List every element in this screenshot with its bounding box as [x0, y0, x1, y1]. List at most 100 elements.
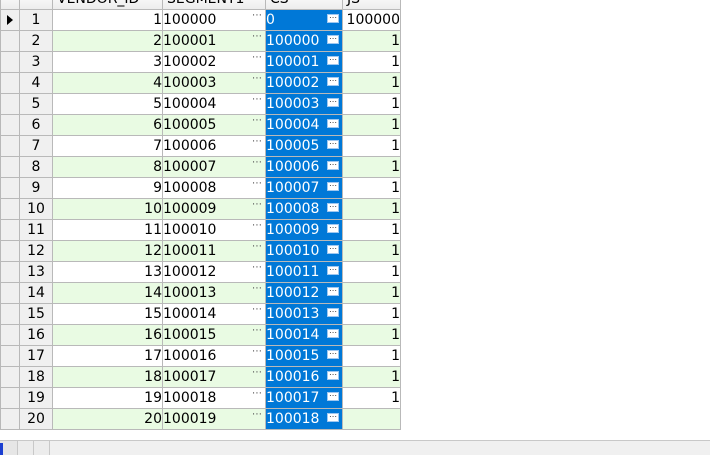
row-indicator-cell[interactable]	[0, 387, 20, 409]
row-indicator-cell[interactable]	[0, 177, 20, 199]
ellipsis-icon[interactable]: ⋯	[327, 119, 339, 128]
row-number-cell[interactable]: 11	[19, 219, 53, 241]
cell-cs-selected[interactable]: 100012 ⋯	[265, 282, 343, 304]
cell-vendor-id[interactable]: 19	[52, 387, 163, 409]
row-indicator-cell[interactable]	[0, 198, 20, 220]
table-row[interactable]: 11 11 100010 ⋯ 100009 ⋯ 1	[0, 219, 401, 241]
horizontal-scrollbar[interactable]	[0, 440, 710, 455]
column-header-segment1[interactable]: SEGMENT1	[162, 0, 266, 10]
row-number-cell[interactable]: 16	[19, 324, 53, 346]
table-row[interactable]: 6 6 100005 ⋯ 100004 ⋯ 1	[0, 114, 401, 136]
cell-js[interactable]: 1	[342, 219, 401, 241]
cell-segment1[interactable]: 100009 ⋯	[162, 198, 266, 220]
row-indicator-cell[interactable]	[0, 408, 20, 430]
cell-js[interactable]: 1	[342, 261, 401, 283]
row-number-cell[interactable]: 14	[19, 282, 53, 304]
ellipsis-icon[interactable]: ⋯	[327, 266, 339, 275]
cell-cs-selected[interactable]: 100008 ⋯	[265, 198, 343, 220]
row-number-cell[interactable]: 5	[19, 93, 53, 115]
cell-cs-selected[interactable]: 100002 ⋯	[265, 72, 343, 94]
table-row[interactable]: 12 12 100011 ⋯ 100010 ⋯ 1	[0, 240, 401, 262]
row-number-cell[interactable]: 13	[19, 261, 53, 283]
cell-js[interactable]: 1	[342, 114, 401, 136]
cell-segment1[interactable]: 100018 ⋯	[162, 387, 266, 409]
ellipsis-icon[interactable]: ⋯	[252, 284, 262, 296]
cell-vendor-id[interactable]: 4	[52, 72, 163, 94]
cell-cs-selected[interactable]: 100018 ⋯	[265, 408, 343, 430]
table-row[interactable]: 4 4 100003 ⋯ 100002 ⋯ 1	[0, 72, 401, 94]
ellipsis-icon[interactable]: ⋯	[327, 350, 339, 359]
row-indicator-cell[interactable]	[0, 219, 20, 241]
ellipsis-icon[interactable]: ⋯	[252, 158, 262, 170]
row-number-header[interactable]	[19, 0, 53, 10]
row-indicator-cell[interactable]	[0, 303, 20, 325]
ellipsis-icon[interactable]: ⋯	[327, 14, 339, 23]
cell-js[interactable]: 1	[342, 324, 401, 346]
cell-vendor-id[interactable]: 6	[52, 114, 163, 136]
cell-vendor-id[interactable]: 10	[52, 198, 163, 220]
cell-segment1[interactable]: 100019 ⋯	[162, 408, 266, 430]
cell-segment1[interactable]: 100004 ⋯	[162, 93, 266, 115]
table-row[interactable]: 1 1 100000 ⋯ 0 ⋯ 100000	[0, 9, 401, 31]
cell-vendor-id[interactable]: 3	[52, 51, 163, 73]
ellipsis-icon[interactable]: ⋯	[327, 203, 339, 212]
column-header-js[interactable]: JS	[342, 0, 401, 10]
row-number-cell[interactable]: 3	[19, 51, 53, 73]
cell-segment1[interactable]: 100003 ⋯	[162, 72, 266, 94]
cell-js[interactable]: 1	[342, 72, 401, 94]
row-number-cell[interactable]: 20	[19, 408, 53, 430]
cell-vendor-id[interactable]: 14	[52, 282, 163, 304]
table-row[interactable]: 15 15 100014 ⋯ 100013 ⋯ 1	[0, 303, 401, 325]
ellipsis-icon[interactable]: ⋯	[327, 329, 339, 338]
cell-js[interactable]: 100000	[342, 9, 401, 31]
ellipsis-icon[interactable]: ⋯	[252, 200, 262, 212]
cell-cs-selected[interactable]: 100014 ⋯	[265, 324, 343, 346]
table-row[interactable]: 20 20 100019 ⋯ 100018 ⋯	[0, 408, 401, 430]
ellipsis-icon[interactable]: ⋯	[327, 56, 339, 65]
ellipsis-icon[interactable]: ⋯	[252, 305, 262, 317]
ellipsis-icon[interactable]: ⋯	[327, 245, 339, 254]
row-number-cell[interactable]: 17	[19, 345, 53, 367]
ellipsis-icon[interactable]: ⋯	[252, 389, 262, 401]
table-row[interactable]: 10 10 100009 ⋯ 100008 ⋯ 1	[0, 198, 401, 220]
ellipsis-icon[interactable]: ⋯	[252, 11, 262, 23]
cell-segment1[interactable]: 100007 ⋯	[162, 156, 266, 178]
cell-js[interactable]: 1	[342, 240, 401, 262]
cell-cs-selected[interactable]: 100011 ⋯	[265, 261, 343, 283]
row-indicator-cell[interactable]	[0, 261, 20, 283]
cell-cs-selected[interactable]: 100013 ⋯	[265, 303, 343, 325]
ellipsis-icon[interactable]: ⋯	[327, 224, 339, 233]
ellipsis-icon[interactable]: ⋯	[252, 347, 262, 359]
cell-cs-selected[interactable]: 100000 ⋯	[265, 30, 343, 52]
cell-js[interactable]: 1	[342, 345, 401, 367]
row-number-cell[interactable]: 7	[19, 135, 53, 157]
row-indicator-cell[interactable]	[0, 156, 20, 178]
table-row[interactable]: 18 18 100017 ⋯ 100016 ⋯ 1	[0, 366, 401, 388]
row-indicator-cell[interactable]	[0, 72, 20, 94]
cell-js[interactable]: 1	[342, 156, 401, 178]
table-row[interactable]: 16 16 100015 ⋯ 100014 ⋯ 1	[0, 324, 401, 346]
row-number-cell[interactable]: 8	[19, 156, 53, 178]
cell-vendor-id[interactable]: 13	[52, 261, 163, 283]
ellipsis-icon[interactable]: ⋯	[252, 116, 262, 128]
row-number-cell[interactable]: 2	[19, 30, 53, 52]
ellipsis-icon[interactable]: ⋯	[327, 77, 339, 86]
cell-js[interactable]	[342, 408, 401, 430]
cell-cs-selected[interactable]: 100001 ⋯	[265, 51, 343, 73]
cell-vendor-id[interactable]: 11	[52, 219, 163, 241]
cell-segment1[interactable]: 100013 ⋯	[162, 282, 266, 304]
table-row[interactable]: 2 2 100001 ⋯ 100000 ⋯ 1	[0, 30, 401, 52]
row-indicator-cell[interactable]	[0, 135, 20, 157]
ellipsis-icon[interactable]: ⋯	[252, 242, 262, 254]
ellipsis-icon[interactable]: ⋯	[327, 140, 339, 149]
cell-segment1[interactable]: 100017 ⋯	[162, 366, 266, 388]
ellipsis-icon[interactable]: ⋯	[327, 98, 339, 107]
ellipsis-icon[interactable]: ⋯	[327, 308, 339, 317]
ellipsis-icon[interactable]: ⋯	[252, 95, 262, 107]
column-header-cs[interactable]: CS	[265, 0, 343, 10]
row-indicator-cell[interactable]	[0, 9, 20, 31]
table-row[interactable]: 7 7 100006 ⋯ 100005 ⋯ 1	[0, 135, 401, 157]
scrollbar-left-area[interactable]	[0, 441, 18, 455]
ellipsis-icon[interactable]: ⋯	[327, 182, 339, 191]
row-number-cell[interactable]: 12	[19, 240, 53, 262]
